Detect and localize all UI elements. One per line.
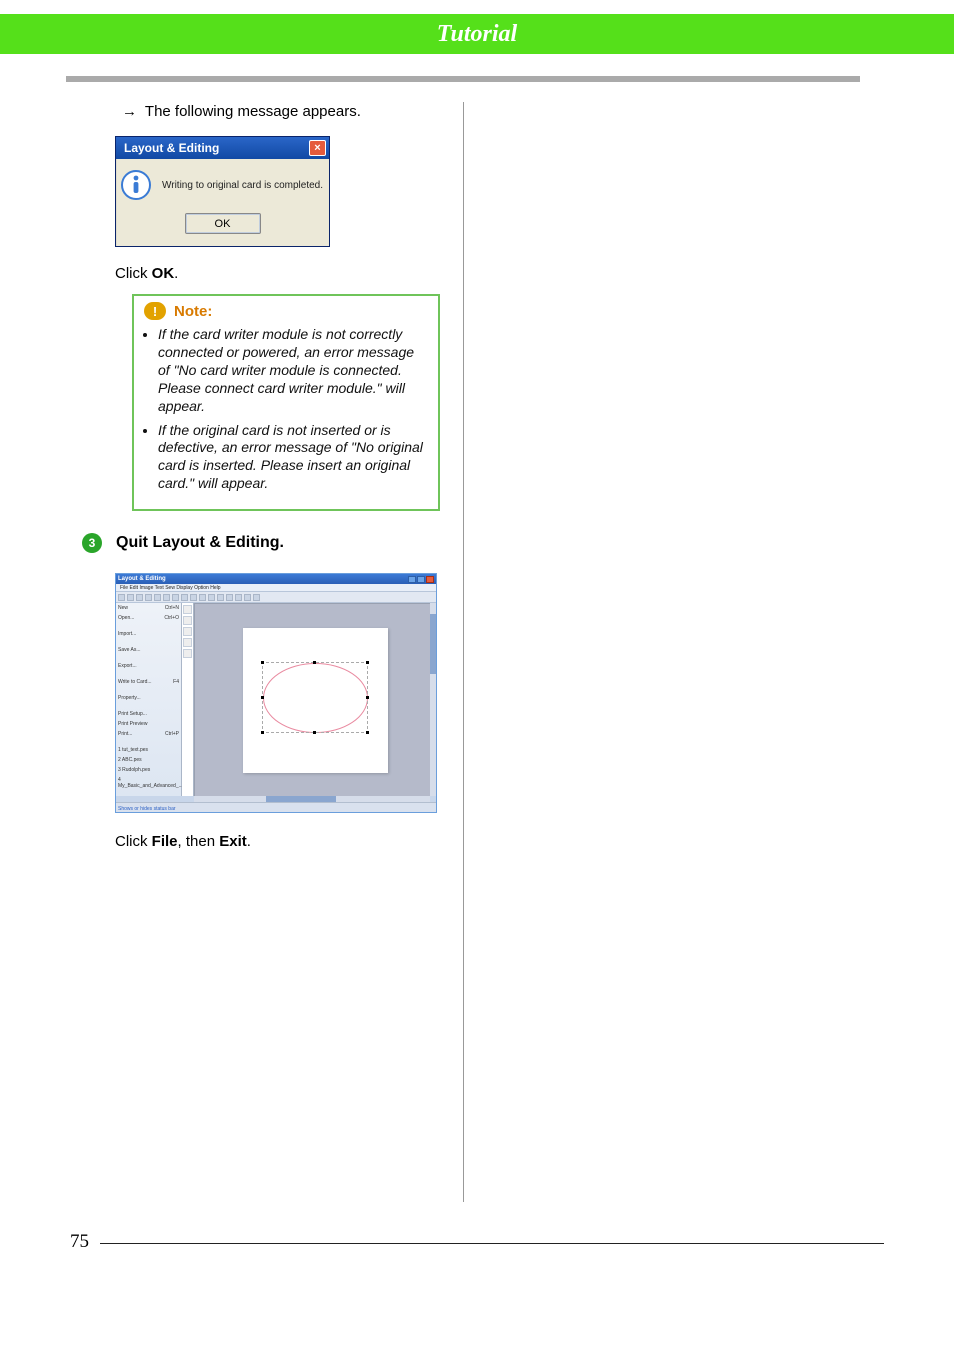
- close-icon[interactable]: [426, 576, 434, 583]
- selection-handle[interactable]: [313, 731, 316, 734]
- tool-icon[interactable]: [183, 649, 192, 658]
- tool-icon[interactable]: [183, 616, 192, 625]
- shot-body: NewCtrl+N Open...Ctrl+O Import... Save A…: [116, 603, 436, 796]
- text: .: [174, 265, 178, 282]
- selection-handle[interactable]: [366, 731, 369, 734]
- toolbar-icon[interactable]: [244, 594, 251, 601]
- intro-text: The following message appears.: [145, 103, 361, 120]
- selection-handle[interactable]: [366, 661, 369, 664]
- toolbar-icon[interactable]: [253, 594, 260, 601]
- scrollbar-thumb[interactable]: [430, 614, 436, 674]
- note-header: ! Note:: [144, 302, 428, 320]
- toolbar-icon[interactable]: [226, 594, 233, 601]
- file-menu-panel: NewCtrl+N Open...Ctrl+O Import... Save A…: [116, 603, 182, 796]
- toolbar-icon[interactable]: [190, 594, 197, 601]
- footer-rule: [100, 1243, 884, 1244]
- warning-icon: !: [144, 302, 166, 320]
- step-3: 3 Quit Layout & Editing.: [82, 533, 442, 553]
- design-page: [243, 628, 388, 773]
- shot-title: Layout & Editing: [118, 576, 166, 582]
- note-title: Note:: [174, 303, 212, 320]
- status-text: Shows or hides status bar: [118, 806, 176, 812]
- note-box: ! Note: If the card writer module is not…: [132, 294, 440, 511]
- note-list: If the card writer module is not correct…: [144, 326, 428, 493]
- horizontal-rule: [66, 76, 860, 82]
- selection-handle[interactable]: [261, 731, 264, 734]
- page-number: 75: [70, 1231, 89, 1253]
- text: Click: [115, 833, 152, 850]
- dialog-window: Layout & Editing × Writing to original c…: [115, 136, 330, 247]
- step-number-badge: 3: [82, 533, 102, 553]
- note-bullet: If the original card is not inserted or …: [158, 422, 428, 494]
- toolbar-icon[interactable]: [172, 594, 179, 601]
- close-icon[interactable]: ×: [309, 140, 326, 156]
- dialog-footer: OK: [116, 205, 329, 246]
- selection-handle[interactable]: [261, 661, 264, 664]
- page-header: Tutorial: [0, 14, 954, 54]
- tool-palette: [182, 603, 194, 796]
- toolbar-icon[interactable]: [118, 594, 125, 601]
- text: Click: [115, 265, 152, 282]
- toolbar-icon[interactable]: [235, 594, 242, 601]
- exit-bold: Exit: [219, 833, 247, 850]
- click-ok-line: Click OK.: [115, 265, 442, 282]
- column-divider: [463, 102, 464, 1202]
- header-title: Tutorial: [437, 21, 517, 48]
- text: , then: [178, 833, 220, 850]
- step-title: Quit Layout & Editing.: [116, 534, 284, 552]
- dialog-titlebar: Layout & Editing ×: [116, 137, 329, 159]
- arrow-icon: →: [122, 103, 137, 120]
- toolbar-icon[interactable]: [136, 594, 143, 601]
- window-buttons: [408, 576, 434, 583]
- maximize-icon[interactable]: [417, 576, 425, 583]
- toolbar-icon[interactable]: [208, 594, 215, 601]
- tool-icon[interactable]: [183, 605, 192, 614]
- text: .: [247, 833, 251, 850]
- info-icon: [120, 169, 152, 201]
- ok-button[interactable]: OK: [185, 213, 261, 234]
- shot-titlebar: Layout & Editing: [116, 574, 436, 584]
- toolbar-icon[interactable]: [154, 594, 161, 601]
- left-column: → The following message appears. Layout …: [82, 103, 442, 850]
- shot-menubar[interactable]: File Edit Image Text Sew Display Option …: [116, 584, 436, 592]
- note-bullet: If the card writer module is not correct…: [158, 326, 428, 416]
- selection-handle[interactable]: [313, 661, 316, 664]
- dialog-message: Writing to original card is completed.: [162, 180, 325, 191]
- minimize-icon[interactable]: [408, 576, 416, 583]
- dialog-screenshot: Layout & Editing × Writing to original c…: [115, 136, 442, 247]
- intro-line: → The following message appears.: [122, 103, 442, 120]
- ellipse-shape[interactable]: [263, 663, 368, 733]
- dialog-body: Writing to original card is completed.: [116, 159, 329, 205]
- toolbar-icon[interactable]: [145, 594, 152, 601]
- app-screenshot: Layout & Editing File Edit Image Text Se…: [115, 573, 437, 813]
- toolbar-icon[interactable]: [181, 594, 188, 601]
- dialog-title: Layout & Editing: [124, 141, 219, 155]
- tool-icon[interactable]: [183, 638, 192, 647]
- tool-icon[interactable]: [183, 627, 192, 636]
- toolbar-icon[interactable]: [217, 594, 224, 601]
- canvas-area[interactable]: [194, 603, 436, 796]
- selection-handle[interactable]: [366, 696, 369, 699]
- ok-bold: OK: [152, 265, 175, 282]
- toolbar-icon[interactable]: [127, 594, 134, 601]
- click-file-line: Click File, then Exit.: [115, 833, 442, 850]
- selection-handle[interactable]: [261, 696, 264, 699]
- file-bold: File: [152, 833, 178, 850]
- shot-toolbar: [116, 592, 436, 603]
- toolbar-icon[interactable]: [163, 594, 170, 601]
- toolbar-icon[interactable]: [199, 594, 206, 601]
